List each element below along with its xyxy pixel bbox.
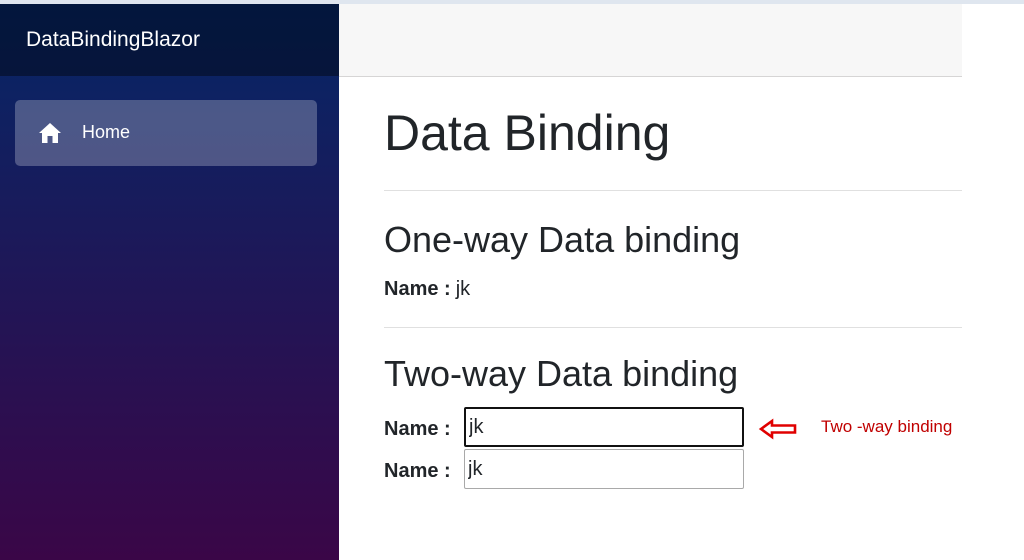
- one-way-name-row: Name : jk: [384, 278, 470, 301]
- divider: [384, 327, 962, 328]
- name-label: Name :: [384, 278, 451, 300]
- sidebar-item-label: Home: [82, 122, 131, 142]
- sidebar: DataBindingBlazor Home: [0, 4, 339, 560]
- two-way-name-input-1[interactable]: [464, 407, 744, 447]
- two-way-heading: Two-way Data binding: [384, 353, 739, 394]
- two-way-name-label-2: Name :: [384, 460, 451, 483]
- name-value: jk: [455, 278, 471, 300]
- two-way-name-input-2[interactable]: [464, 449, 744, 489]
- one-way-heading: One-way Data binding: [384, 219, 741, 260]
- top-row: [339, 4, 962, 77]
- name-label: Name :: [384, 418, 451, 440]
- app-brand[interactable]: DataBindingBlazor: [26, 28, 200, 52]
- divider: [384, 190, 962, 191]
- name-label: Name :: [384, 460, 451, 482]
- page-title: Data Binding: [384, 105, 671, 161]
- two-way-annotation: Two -way binding: [821, 417, 953, 436]
- left-arrow-icon: [758, 418, 797, 440]
- home-icon: [39, 123, 61, 143]
- sidebar-item-home[interactable]: Home: [15, 100, 317, 166]
- brand-bar: DataBindingBlazor: [0, 4, 339, 76]
- two-way-name-label-1: Name :: [384, 418, 451, 441]
